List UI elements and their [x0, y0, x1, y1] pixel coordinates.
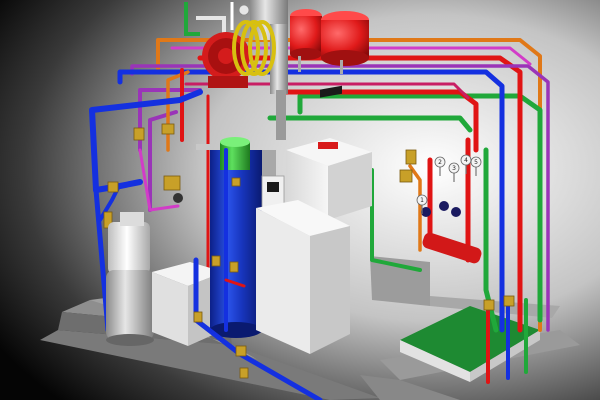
plant-room-3d-diagram: 1 2 3 4 5: [0, 0, 600, 400]
pressure-gauge-label: 3: [452, 165, 456, 172]
pressure-gauge-label: 4: [464, 157, 468, 164]
water-softener: [106, 212, 154, 346]
pressure-gauge-label: 1: [420, 197, 424, 204]
pressure-gauge-label: 5: [474, 159, 478, 166]
pressure-gauge-label: 2: [438, 159, 442, 166]
heat-pump-cabinet: [256, 200, 350, 354]
